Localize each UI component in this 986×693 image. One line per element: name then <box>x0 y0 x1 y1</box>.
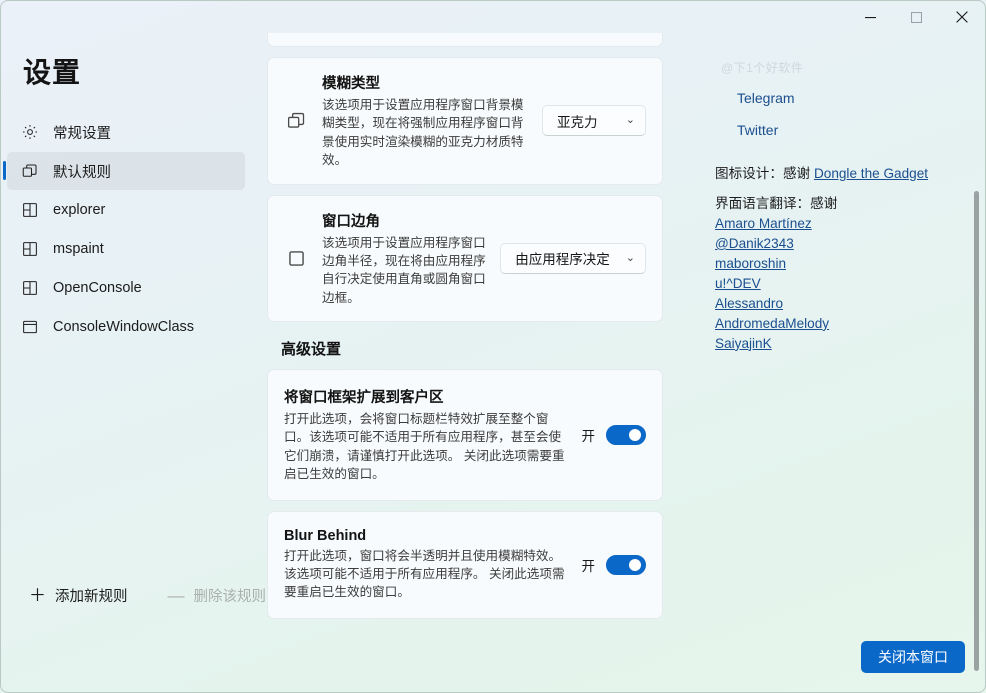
delete-rule-label: 删除该规则 <box>194 585 267 606</box>
card-title: Blur Behind <box>284 528 568 544</box>
layout-icon <box>21 240 39 258</box>
translator-link[interactable]: Amaro Martínez <box>715 214 812 234</box>
settings-card-window-corner: 窗口边角 该选项用于设置应用程序窗口边角半径，现在将由应用程序自行决定使用直角或… <box>267 195 663 323</box>
advanced-settings-heading: 高级设置 <box>281 338 663 359</box>
extend-frame-toggle[interactable] <box>606 425 646 445</box>
translation-credit-heading: 界面语言翻译：感谢 <box>715 192 959 212</box>
sidebar-item-explorer[interactable]: explorer <box>7 191 245 229</box>
icon-credit-link[interactable]: Dongle the Gadget <box>814 166 928 181</box>
sidebar-item-label: explorer <box>53 202 105 218</box>
toggle-state-label: 开 <box>582 555 596 575</box>
window-body: 设置 常规设置 <box>1 33 985 630</box>
sidebar-spacer <box>1 346 251 585</box>
icon-credit: 图标设计：感谢 Dongle the Gadget <box>715 162 959 182</box>
info-panel: @下1个好软件 Telegram Twitter 图标设计：感谢 Dongle … <box>699 33 985 630</box>
blur-behind-toggle[interactable] <box>606 555 646 575</box>
translator-link[interactable]: u!^DEV <box>715 274 761 294</box>
settings-card-blur-behind: Blur Behind 打开此选项，窗口将会半透明并且使用模糊特效。该选项可能不… <box>267 511 663 619</box>
layout-icon <box>21 201 39 219</box>
card-description: 打开此选项，窗口将会半透明并且使用模糊特效。该选项可能不适用于所有应用程序。 关… <box>284 547 568 602</box>
card-title: 窗口边角 <box>322 210 486 231</box>
add-new-rule-button[interactable]: ＋ 添加新规则 <box>29 585 128 606</box>
minimize-button[interactable] <box>847 1 893 33</box>
settings-card-blur-type: 模糊类型 该选项用于设置应用程序窗口背景模糊类型，现在将强制应用程序窗口背景使用… <box>267 57 663 185</box>
square-icon <box>284 248 308 269</box>
minimize-icon <box>865 12 876 23</box>
toggle-knob <box>629 429 641 441</box>
watermark-text: @下1个好软件 <box>721 59 959 76</box>
title-bar <box>1 1 985 33</box>
blur-type-value: 亚克力 <box>557 111 598 131</box>
blur-type-dropdown[interactable]: 亚克力 ⌄ <box>542 105 646 136</box>
sidebar-item-default-rules[interactable]: 默认规则 <box>7 152 245 190</box>
settings-card-extend-frame: 将窗口框架扩展到客户区 打开此选项，会将窗口标题栏特效扩展至整个窗口。该选项可能… <box>267 369 663 501</box>
close-window-button[interactable]: 关闭本窗口 <box>861 641 965 673</box>
sidebar-item-mspaint[interactable]: mspaint <box>7 230 245 268</box>
window-corner-value: 由应用程序决定 <box>515 248 610 268</box>
sidebar-item-label: 常规设置 <box>53 122 111 143</box>
settings-scroll-area[interactable]: 模糊类型 该选项用于设置应用程序窗口背景模糊类型，现在将强制应用程序窗口背景使用… <box>251 33 699 630</box>
window-icon <box>21 318 39 336</box>
sidebar-item-consolewindowclass[interactable]: ConsoleWindowClass <box>7 308 245 346</box>
sidebar-item-label: mspaint <box>53 241 104 257</box>
translator-link[interactable]: maboroshin <box>715 254 786 274</box>
bottom-bar: 关闭本窗口 <box>1 630 985 692</box>
sidebar-item-label: OpenConsole <box>53 280 142 296</box>
toggle-state-label: 开 <box>582 425 596 445</box>
settings-card-partial <box>267 33 663 47</box>
gear-icon <box>21 123 39 141</box>
card-title: 将窗口框架扩展到客户区 <box>284 386 568 407</box>
chevron-down-icon: ⌄ <box>626 253 635 264</box>
window-corner-dropdown[interactable]: 由应用程序决定 ⌄ <box>500 243 646 274</box>
sidebar-item-label: ConsoleWindowClass <box>53 319 194 335</box>
chevron-down-icon: ⌄ <box>626 115 635 126</box>
twitter-link[interactable]: Twitter <box>737 122 959 138</box>
settings-list: 模糊类型 该选项用于设置应用程序窗口背景模糊类型，现在将强制应用程序窗口背景使用… <box>251 33 699 629</box>
windows-stack-icon <box>21 162 39 180</box>
maximize-button[interactable] <box>893 1 939 33</box>
minus-icon: — <box>168 587 182 604</box>
maximize-icon <box>911 12 922 23</box>
card-description: 该选项用于设置应用程序窗口背景模糊类型，现在将强制应用程序窗口背景使用实时渲染模… <box>322 96 528 170</box>
translator-list: Amaro Martínez @Danik2343 maboroshin u!^… <box>715 214 959 354</box>
telegram-link[interactable]: Telegram <box>737 90 959 106</box>
close-icon <box>956 11 968 23</box>
close-button[interactable] <box>939 1 985 33</box>
sidebar: 设置 常规设置 <box>1 33 251 630</box>
windows-stack-icon <box>284 110 308 131</box>
sidebar-nav-list: 常规设置 默认规则 <box>1 113 251 346</box>
layout-icon <box>21 279 39 297</box>
translator-link[interactable]: AndromedaMelody <box>715 314 829 334</box>
translator-link[interactable]: @Danik2343 <box>715 234 794 254</box>
icon-credit-prefix: 图标设计：感谢 <box>715 166 814 181</box>
sidebar-footer: ＋ 添加新规则 — 删除该规则 <box>1 585 251 630</box>
delete-rule-button[interactable]: — 删除该规则 <box>168 585 267 606</box>
settings-window: 设置 常规设置 <box>0 0 986 693</box>
translator-link[interactable]: Alessandro <box>715 294 783 314</box>
vertical-scrollbar[interactable] <box>974 191 979 671</box>
toggle-knob <box>629 559 641 571</box>
card-title: 模糊类型 <box>322 72 528 93</box>
card-description: 该选项用于设置应用程序窗口边角半径，现在将由应用程序自行决定使用直角或圆角窗口边… <box>322 234 486 308</box>
sidebar-item-general[interactable]: 常规设置 <box>7 113 245 151</box>
add-new-rule-label: 添加新规则 <box>55 585 128 606</box>
card-description: 打开此选项，会将窗口标题栏特效扩展至整个窗口。该选项可能不适用于所有应用程序，甚… <box>284 410 568 484</box>
sidebar-item-openconsole[interactable]: OpenConsole <box>7 269 245 307</box>
translator-link[interactable]: SaiyajinK <box>715 334 772 354</box>
page-title: 设置 <box>1 43 251 113</box>
sidebar-item-label: 默认规则 <box>53 161 111 182</box>
plus-icon: ＋ <box>29 587 43 604</box>
